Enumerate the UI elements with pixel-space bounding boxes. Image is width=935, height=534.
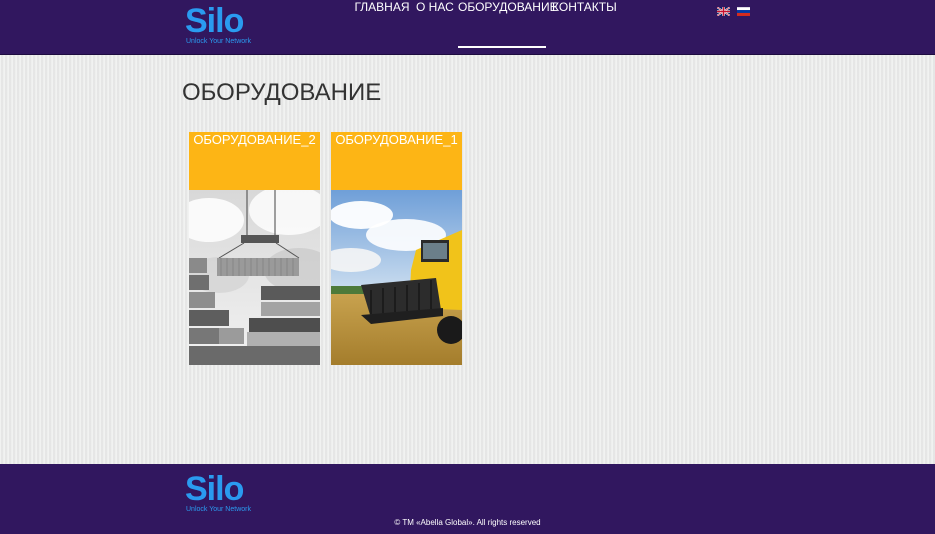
card-title: ОБОРУДОВАНИЕ_1	[331, 132, 462, 190]
footer-logo[interactable]: Silo Unlock Your Network	[185, 471, 255, 517]
russia-flag-icon[interactable]	[737, 7, 750, 16]
logo-wordmark: Silo	[185, 2, 244, 40]
nav-item-home[interactable]: ГЛАВНАЯ	[354, 0, 410, 46]
site-header: Silo Unlock Your Network ГЛАВНАЯ О НАС О…	[0, 0, 935, 55]
equipment-card-1[interactable]: ОБОРУДОВАНИЕ_1	[331, 132, 462, 365]
nav-item-contacts[interactable]: КОНТАКТЫ	[552, 0, 617, 46]
logo-tagline: Unlock Your Network	[186, 38, 251, 45]
copyright-text: © TM «Abella Global». All rights reserve…	[394, 518, 541, 527]
uk-flag-icon[interactable]	[717, 7, 730, 16]
page-title: ОБОРУДОВАНИЕ	[182, 79, 382, 106]
page-background	[0, 55, 935, 464]
site-logo[interactable]: Silo Unlock Your Network	[185, 3, 255, 49]
nav-item-equipment[interactable]: ОБОРУДОВАНИЕ	[458, 0, 558, 48]
card-title: ОБОРУДОВАНИЕ_2	[189, 132, 320, 190]
logo-wordmark: Silo	[185, 470, 244, 508]
shipping-containers-image	[189, 190, 320, 365]
site-footer: Silo Unlock Your Network © TM «Abella Gl…	[0, 464, 935, 534]
nav-item-about[interactable]: О НАС	[416, 0, 454, 46]
equipment-card-2[interactable]: ОБОРУДОВАНИЕ_2	[189, 132, 320, 365]
combine-harvester-image	[331, 190, 462, 365]
logo-tagline: Unlock Your Network	[186, 506, 251, 513]
